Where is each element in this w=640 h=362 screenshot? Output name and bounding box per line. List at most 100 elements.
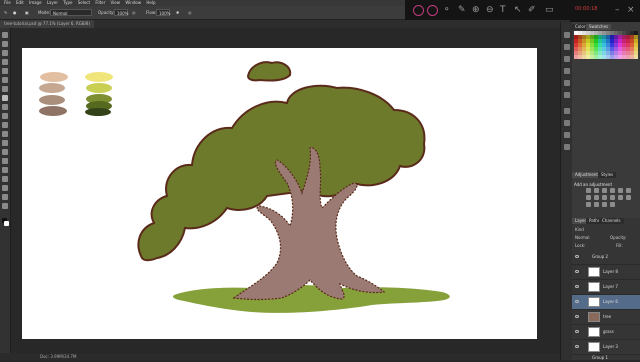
- shape-tool-icon[interactable]: [2, 185, 8, 191]
- tab-channels[interactable]: Channels: [599, 218, 624, 224]
- edit-icon[interactable]: ✐: [528, 4, 536, 16]
- opacity-field[interactable]: 100%: [114, 9, 128, 16]
- airbrush-icon[interactable]: ✱: [176, 6, 179, 19]
- visibility-eye-icon[interactable]: [575, 330, 579, 333]
- color-balance-adjust-icon[interactable]: [586, 195, 591, 200]
- visibility-eye-icon[interactable]: [575, 315, 579, 318]
- crop-tool-icon[interactable]: [2, 68, 8, 74]
- layer-row[interactable]: Layer 7: [572, 280, 640, 295]
- brightness-adjust-icon[interactable]: [586, 188, 591, 193]
- layer-blend-mode[interactable]: Normal: [575, 235, 589, 240]
- document-canvas[interactable]: [22, 48, 537, 339]
- eraser-tool-icon[interactable]: [2, 122, 8, 128]
- marquee-tool-icon[interactable]: [2, 41, 8, 47]
- blur-tool-icon[interactable]: [2, 140, 8, 146]
- levels-adjust-icon[interactable]: [594, 188, 599, 193]
- color-lookup-adjust-icon[interactable]: [618, 195, 623, 200]
- vibrance-adjust-icon[interactable]: [618, 188, 623, 193]
- history-panel-icon[interactable]: [564, 32, 570, 38]
- layer-row[interactable]: Layer 8: [572, 265, 640, 280]
- hue-adjust-icon[interactable]: [626, 188, 631, 193]
- stamp-tool-icon[interactable]: [2, 104, 8, 110]
- paragraph-panel-icon[interactable]: [564, 92, 570, 98]
- threshold-adjust-icon[interactable]: [594, 202, 599, 207]
- visibility-eye-icon[interactable]: [575, 345, 579, 348]
- flow-field[interactable]: 100%: [156, 9, 170, 16]
- invert-adjust-icon[interactable]: [626, 195, 631, 200]
- webcam-icon[interactable]: ▭: [545, 4, 554, 16]
- dodge-tool-icon[interactable]: [2, 149, 8, 155]
- background-color-icon[interactable]: [4, 221, 9, 226]
- layer-thumbnail: [588, 282, 600, 292]
- adjustments-hint: Add an adjustment: [574, 182, 613, 187]
- brush-panel-icon[interactable]: ▣: [25, 6, 29, 19]
- layer-name: Layer 8: [603, 269, 618, 274]
- tab-styles[interactable]: Styles: [598, 172, 617, 178]
- pause-button[interactable]: [427, 5, 438, 16]
- layer-name: Layer 6: [603, 299, 618, 304]
- move-tool-icon[interactable]: [2, 32, 8, 38]
- quick-select-tool-icon[interactable]: [2, 59, 8, 65]
- photo-filter-adjust-icon[interactable]: [602, 195, 607, 200]
- channel-mixer-adjust-icon[interactable]: [610, 195, 615, 200]
- visibility-eye-icon[interactable]: [575, 300, 579, 303]
- clone-source-panel-icon[interactable]: [564, 68, 570, 74]
- visibility-eye-icon[interactable]: [575, 255, 579, 258]
- palette-skin-swatch: [39, 83, 65, 93]
- swatch-cell[interactable]: [634, 55, 638, 59]
- healing-tool-icon[interactable]: [2, 86, 8, 92]
- lasso-tool-icon[interactable]: [2, 50, 8, 56]
- close-icon[interactable]: ×: [627, 4, 635, 16]
- zoom-out-icon[interactable]: ⊖: [486, 4, 494, 16]
- layer-row[interactable]: grass: [572, 325, 640, 340]
- pointer-icon[interactable]: ↖: [514, 4, 522, 16]
- swatches-grid[interactable]: [574, 31, 638, 91]
- type-tool-icon[interactable]: [2, 167, 8, 173]
- gradient-tool-icon[interactable]: [2, 131, 8, 137]
- minimize-icon[interactable]: –: [615, 4, 620, 16]
- document-tab[interactable]: tree-tutorial.psd @ 77.1% (Layer 6, RGB/…: [0, 20, 95, 28]
- pressure-opacity-icon[interactable]: ◎: [132, 6, 136, 19]
- record-button[interactable]: [413, 5, 424, 16]
- bw-adjust-icon[interactable]: [594, 195, 599, 200]
- actions-panel-icon[interactable]: [564, 44, 570, 50]
- history-brush-tool-icon[interactable]: [2, 113, 8, 119]
- layer-row[interactable]: Group 1: [572, 355, 640, 362]
- layer-row[interactable]: Group 2: [572, 250, 640, 265]
- visibility-eye-icon[interactable]: [575, 270, 579, 273]
- selective-color-adjust-icon[interactable]: [610, 202, 615, 207]
- mode-select[interactable]: Normal: [50, 9, 92, 16]
- layer-row[interactable]: Layer 6: [572, 295, 640, 310]
- opacity-label: Opacity:: [98, 10, 115, 15]
- draw-icon[interactable]: ⚬: [443, 4, 451, 16]
- timeline-panel-icon[interactable]: [564, 144, 570, 150]
- eyedropper-tool-icon[interactable]: [2, 77, 8, 83]
- pen-icon[interactable]: ✎: [458, 4, 466, 16]
- exposure-adjust-icon[interactable]: [610, 188, 615, 193]
- properties-panel-icon[interactable]: [564, 120, 570, 126]
- info-panel-icon[interactable]: [564, 108, 570, 114]
- posterize-adjust-icon[interactable]: [586, 202, 591, 207]
- brush-size-icon[interactable]: ●: [13, 6, 17, 19]
- pen-tool-icon[interactable]: [2, 158, 8, 164]
- layer-filter-kind[interactable]: Kind: [575, 227, 584, 232]
- zoom-in-icon[interactable]: ⊕: [472, 4, 480, 16]
- pressure-size-icon[interactable]: ◎: [188, 6, 192, 19]
- layer-name: Group 2: [592, 254, 608, 259]
- gradient-map-adjust-icon[interactable]: [602, 202, 607, 207]
- visibility-eye-icon[interactable]: [575, 285, 579, 288]
- brush-preset-icon[interactable]: ✎: [4, 6, 7, 19]
- tab-swatches[interactable]: Swatches: [586, 24, 612, 30]
- layer-fill-label: Fill:: [616, 243, 623, 248]
- character-panel-icon[interactable]: [564, 80, 570, 86]
- navigator-panel-icon[interactable]: [564, 132, 570, 138]
- brush-tool-icon[interactable]: [2, 95, 8, 101]
- path-select-tool-icon[interactable]: [2, 176, 8, 182]
- zoom-tool-icon[interactable]: [2, 203, 8, 209]
- brush-panel-icon[interactable]: [564, 56, 570, 62]
- hand-tool-icon[interactable]: [2, 194, 8, 200]
- layer-row[interactable]: Layer 3: [572, 340, 640, 355]
- curves-adjust-icon[interactable]: [602, 188, 607, 193]
- text-tool-icon[interactable]: T: [500, 4, 506, 16]
- layer-row[interactable]: tree: [572, 310, 640, 325]
